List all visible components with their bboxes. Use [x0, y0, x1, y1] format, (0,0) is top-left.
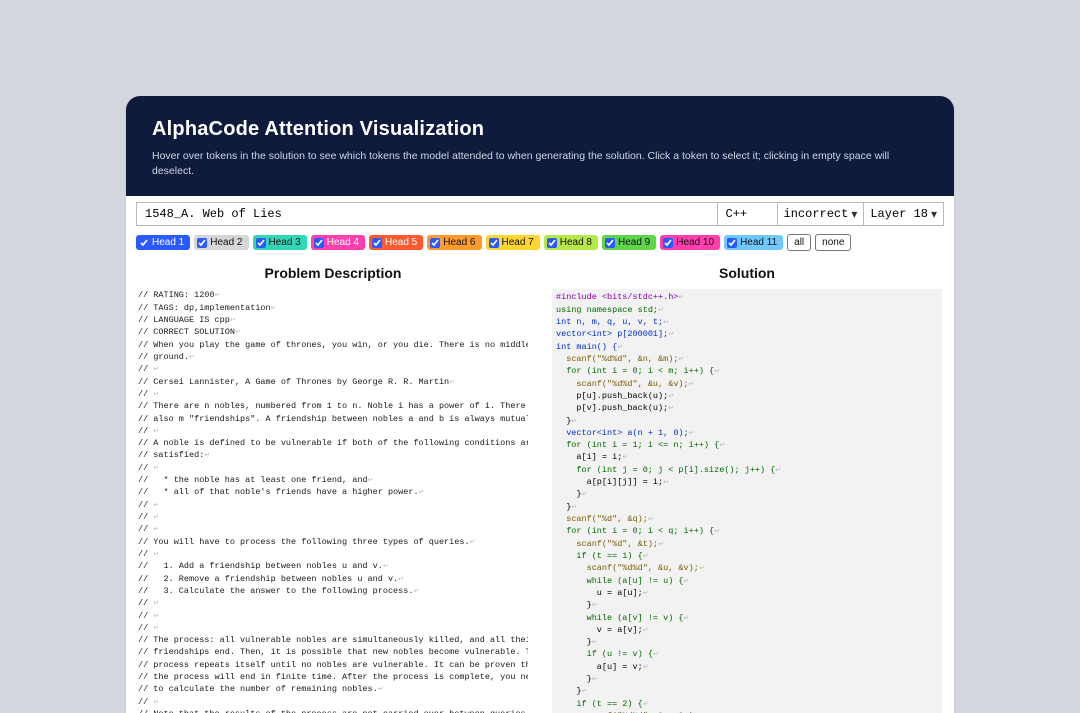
head-checkbox-7[interactable]	[489, 238, 499, 248]
layer-value: Layer 18	[870, 207, 928, 221]
head-checkbox-6[interactable]	[430, 238, 440, 248]
head-checkbox-10[interactable]	[663, 238, 673, 248]
correctness-select[interactable]: incorrect ▾	[778, 203, 865, 225]
head-label: Head 8	[560, 237, 592, 248]
heads-row: Head 1 Head 2 Head 3 Head 4 Head 5 Head 6 Head…	[126, 232, 954, 259]
head-label: Head 5	[385, 237, 417, 248]
banner: AlphaCode Attention Visualization Hover …	[126, 96, 954, 196]
language-box: C++	[718, 203, 778, 225]
page-title: AlphaCode Attention Visualization	[152, 118, 928, 141]
head-label: Head 7	[502, 237, 534, 248]
columns: Problem Description // RATING: 1200↵ // …	[126, 259, 954, 713]
head-chip-2[interactable]: Head 2	[194, 235, 248, 250]
head-chip-6[interactable]: Head 6	[427, 235, 481, 250]
problem-title[interactable]: 1548_A. Web of Lies	[137, 203, 718, 225]
head-chip-5[interactable]: Head 5	[369, 235, 423, 250]
correctness-value: incorrect	[784, 207, 849, 221]
all-button[interactable]: all	[787, 234, 811, 251]
solution-heading: Solution	[552, 265, 942, 281]
problem-column: Problem Description // RATING: 1200↵ // …	[126, 259, 540, 713]
head-checkbox-5[interactable]	[372, 238, 382, 248]
chevron-down-icon: ▾	[851, 207, 857, 222]
head-label: Head 1	[152, 237, 184, 248]
head-chip-8[interactable]: Head 8	[544, 235, 598, 250]
head-checkbox-4[interactable]	[314, 238, 324, 248]
head-label: Head 2	[210, 237, 242, 248]
solution-column: Solution #include <bits/stdc++.h>↵ using…	[540, 259, 954, 713]
none-button[interactable]: none	[815, 234, 851, 251]
head-label: Head 9	[618, 237, 650, 248]
head-label: Head 6	[443, 237, 475, 248]
app-panel: AlphaCode Attention Visualization Hover …	[126, 96, 954, 713]
head-chip-4[interactable]: Head 4	[311, 235, 365, 250]
head-chip-9[interactable]: Head 9	[602, 235, 656, 250]
head-label: Head 10	[676, 237, 714, 248]
layer-select[interactable]: Layer 18 ▾	[864, 203, 943, 225]
head-chip-3[interactable]: Head 3	[253, 235, 307, 250]
page-subtitle: Hover over tokens in the solution to see…	[152, 149, 928, 178]
solution-text[interactable]: #include <bits/stdc++.h>↵ using namespac…	[552, 289, 942, 713]
head-label: Head 4	[327, 237, 359, 248]
head-chip-10[interactable]: Head 10	[660, 235, 720, 250]
head-checkbox-9[interactable]	[605, 238, 615, 248]
head-checkbox-8[interactable]	[547, 238, 557, 248]
head-chip-7[interactable]: Head 7	[486, 235, 540, 250]
content: 1548_A. Web of Lies C++ incorrect ▾ Laye…	[126, 202, 954, 713]
problem-text[interactable]: // RATING: 1200↵ // TAGS: dp,implementat…	[138, 289, 528, 713]
head-chip-1[interactable]: Head 1	[136, 235, 190, 250]
chevron-down-icon: ▾	[931, 207, 937, 222]
head-label: Head 3	[269, 237, 301, 248]
controls-row: 1548_A. Web of Lies C++ incorrect ▾ Laye…	[136, 202, 944, 226]
head-checkbox-11[interactable]	[727, 238, 737, 248]
problem-heading: Problem Description	[138, 265, 528, 281]
head-chip-11[interactable]: Head 11	[724, 235, 783, 250]
head-checkbox-3[interactable]	[256, 238, 266, 248]
head-checkbox-1[interactable]	[139, 238, 149, 248]
head-label: Head 11	[740, 237, 777, 248]
head-checkbox-2[interactable]	[197, 238, 207, 248]
